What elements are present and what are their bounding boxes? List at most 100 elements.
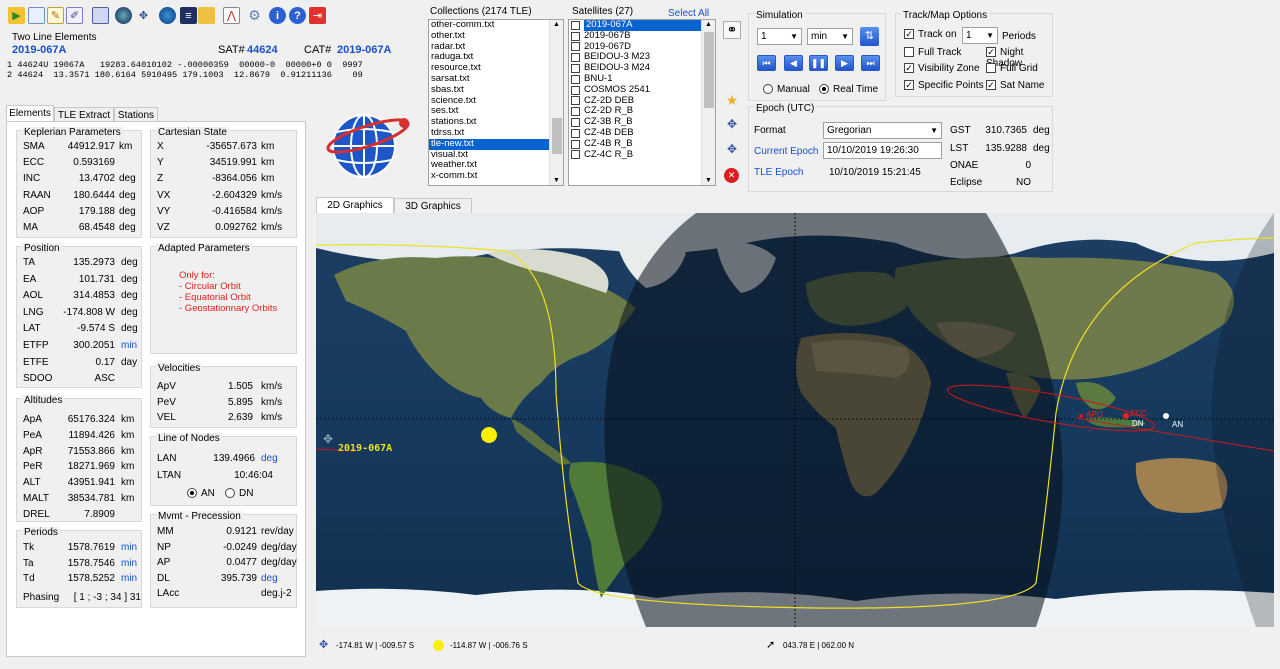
collection-item[interactable]: other.txt bbox=[429, 30, 549, 42]
globe-icon[interactable] bbox=[115, 7, 132, 24]
note-icon[interactable]: ✐ bbox=[66, 7, 83, 24]
step-combo[interactable]: 1 ▼ bbox=[757, 28, 802, 45]
satellite-checkbox[interactable] bbox=[571, 20, 580, 30]
specific-points-box[interactable]: ✓ bbox=[904, 80, 914, 91]
satellite-checkbox[interactable] bbox=[571, 96, 580, 106]
sat-name-checkbox[interactable]: ✓ Sat Name bbox=[986, 80, 1044, 91]
next-button[interactable]: ▶ bbox=[835, 55, 854, 71]
chart-icon[interactable]: ⋀ bbox=[223, 7, 240, 24]
info-icon[interactable]: i bbox=[269, 7, 286, 24]
last-button[interactable]: ⏭ bbox=[861, 55, 880, 71]
full-track-box[interactable] bbox=[904, 47, 914, 58]
satellite-item[interactable]: 2019-067B bbox=[569, 30, 701, 42]
collections-scrollbar[interactable]: ▲ ▼ bbox=[549, 20, 563, 185]
current-epoch-label[interactable]: Current Epoch bbox=[754, 146, 818, 157]
star-icon[interactable]: ★ bbox=[723, 92, 741, 110]
satellite-checkbox[interactable] bbox=[571, 53, 580, 63]
collection-item[interactable]: tle-new.txt bbox=[429, 138, 549, 150]
satellite-checkbox[interactable] bbox=[571, 64, 580, 74]
delete-icon[interactable]: ✕ bbox=[724, 168, 739, 183]
exit-icon[interactable]: ⇥ bbox=[309, 7, 326, 24]
scroll-up-arrow-icon[interactable]: ▲ bbox=[553, 21, 560, 28]
add-satellite-icon[interactable]: ✥ bbox=[723, 117, 741, 135]
binoculars-icon[interactable]: ⚭ bbox=[723, 21, 741, 39]
keplerian-value: 68.4548 bbox=[78, 222, 115, 233]
visibility-zone-box[interactable]: ✓ bbox=[904, 63, 914, 74]
cartesian-unit: km bbox=[261, 157, 275, 169]
satellites-scrollbar[interactable]: ▲ ▼ bbox=[701, 20, 715, 185]
satellite-checkbox[interactable] bbox=[571, 85, 580, 95]
edit-icon[interactable]: ✎ bbox=[47, 7, 64, 24]
realtime-radio-dot[interactable] bbox=[819, 84, 829, 95]
refresh-icon[interactable]: ⇅ bbox=[860, 27, 879, 46]
collection-item[interactable]: sbas.txt bbox=[429, 84, 549, 96]
tle-epoch-label[interactable]: TLE Epoch bbox=[754, 167, 803, 178]
select-all-link[interactable]: Select All bbox=[668, 8, 709, 19]
full-track-checkbox[interactable]: Full Track bbox=[904, 47, 961, 58]
satellite-marker-icon[interactable]: ✥ bbox=[323, 432, 333, 446]
satellite-checkbox[interactable] bbox=[571, 139, 580, 149]
tab-3d-graphics[interactable]: 3D Graphics bbox=[394, 198, 472, 214]
step-unit-combo[interactable]: min ▼ bbox=[807, 28, 853, 45]
altitudes-value: 65176.324 bbox=[67, 414, 115, 425]
night-shadow-box[interactable]: ✓ bbox=[986, 47, 996, 58]
world-map bbox=[316, 213, 1274, 627]
satellite-item[interactable]: CZ-4B R_B bbox=[569, 138, 701, 150]
specific-points-checkbox[interactable]: ✓ Specific Points bbox=[904, 80, 984, 91]
format-combo[interactable]: Gregorian ▼ bbox=[823, 122, 942, 139]
altitudes-value: 18271.969 bbox=[67, 461, 115, 473]
full-grid-checkbox[interactable]: Full Grid bbox=[986, 63, 1038, 74]
scroll-thumb[interactable] bbox=[704, 32, 714, 108]
settings-icon[interactable]: ⚙ bbox=[246, 7, 263, 24]
remove-satellite-icon[interactable]: ✥ bbox=[723, 142, 741, 160]
altitudes-label: MALT bbox=[23, 493, 49, 504]
dn-radio-dot[interactable] bbox=[225, 488, 235, 499]
sat-name-label: Sat Name bbox=[1000, 80, 1045, 91]
track-on-box[interactable]: ✓ bbox=[904, 29, 914, 40]
open-icon[interactable]: ▶ bbox=[8, 7, 25, 24]
satellite-item[interactable]: CZ-4C R_B bbox=[569, 149, 701, 161]
help-icon[interactable]: ? bbox=[289, 7, 306, 24]
earth-icon[interactable] bbox=[159, 7, 176, 24]
satellites-title: Satellites (27) bbox=[572, 6, 634, 17]
velocities-unit: km/s bbox=[261, 412, 283, 423]
satellite-checkbox[interactable] bbox=[571, 128, 580, 138]
satellite-checkbox[interactable] bbox=[571, 31, 580, 41]
lst-unit: deg bbox=[1033, 143, 1050, 154]
folder-icon[interactable] bbox=[198, 7, 215, 24]
sat-name-box[interactable]: ✓ bbox=[986, 80, 996, 91]
an-radio-dot[interactable] bbox=[187, 488, 197, 499]
satellite-checkbox[interactable] bbox=[571, 74, 580, 84]
full-grid-box[interactable] bbox=[986, 63, 996, 74]
satellite-checkbox[interactable] bbox=[571, 42, 580, 52]
an-radio[interactable]: AN bbox=[187, 488, 215, 499]
realtime-radio[interactable]: Real Time bbox=[819, 84, 878, 95]
scroll-up-arrow-icon[interactable]: ▲ bbox=[705, 21, 712, 28]
manual-radio-dot[interactable] bbox=[763, 84, 773, 95]
satellite-checkbox[interactable] bbox=[571, 118, 580, 128]
scroll-thumb[interactable] bbox=[552, 118, 562, 154]
prev-button[interactable]: ◀ bbox=[784, 55, 803, 71]
satellite-checkbox[interactable] bbox=[571, 107, 580, 117]
dn-radio[interactable]: DN bbox=[225, 488, 253, 499]
collections-list[interactable]: other-comm.txt other.txt radar.txt raduga.t… bbox=[428, 19, 564, 186]
map-view[interactable]: ✥ 2019-067A APO ECC DN AN bbox=[316, 213, 1274, 627]
track-on-checkbox[interactable]: ✓ Track on bbox=[904, 29, 957, 40]
manual-radio[interactable]: Manual bbox=[763, 84, 810, 95]
satellite-icon[interactable]: ✥ bbox=[135, 7, 152, 24]
position-value: ASC bbox=[94, 373, 115, 385]
periods-combo[interactable]: 1 ▼ bbox=[962, 27, 998, 44]
pause-button[interactable]: ❚❚ bbox=[809, 55, 828, 71]
scroll-down-arrow-icon[interactable]: ▼ bbox=[705, 177, 712, 184]
list-icon[interactable]: ≡ bbox=[180, 7, 197, 24]
first-button[interactable]: ⏮ bbox=[757, 55, 776, 71]
scroll-down-arrow-icon[interactable]: ▼ bbox=[553, 177, 560, 184]
satellite-item[interactable]: COSMOS 2541 bbox=[569, 84, 701, 96]
satellite-checkbox[interactable] bbox=[571, 150, 580, 160]
current-epoch-field[interactable]: 10/10/2019 19:26:30 bbox=[823, 142, 942, 159]
new-icon[interactable] bbox=[28, 7, 45, 24]
collection-item[interactable]: x-comm.txt bbox=[429, 170, 549, 182]
table-icon[interactable] bbox=[92, 7, 109, 24]
visibility-zone-checkbox[interactable]: ✓ Visibility Zone bbox=[904, 63, 980, 74]
satellites-list[interactable]: 2019-067A 2019-067B 2019-067D BEIDOU-3 M23 B… bbox=[568, 19, 716, 186]
